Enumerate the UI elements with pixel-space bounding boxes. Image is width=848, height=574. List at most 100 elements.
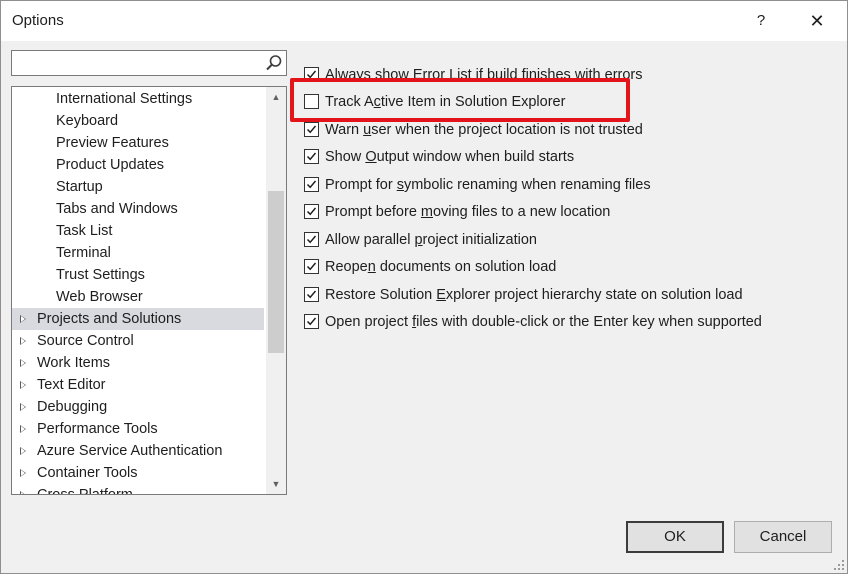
resize-grip-icon[interactable]	[833, 559, 845, 571]
tree-item-label: Azure Service Authentication	[37, 443, 223, 459]
option-label: Reopen documents on solution load	[325, 257, 556, 277]
tree-item[interactable]: Projects and Solutions	[12, 308, 264, 330]
tree-item[interactable]: Performance Tools	[12, 418, 264, 440]
tree-item-label: Product Updates	[56, 157, 165, 173]
help-button[interactable]: ?	[749, 9, 773, 33]
checkmark-icon	[306, 235, 317, 244]
option-checkbox[interactable]	[304, 259, 319, 274]
expand-arrow-icon[interactable]	[20, 403, 26, 411]
option-checkbox[interactable]	[304, 314, 319, 329]
search-input[interactable]	[14, 53, 258, 75]
tree-item[interactable]: Container Tools	[12, 462, 264, 484]
cancel-button[interactable]: Cancel	[734, 521, 832, 553]
checkmark-icon	[306, 207, 317, 216]
expand-arrow-icon[interactable]	[20, 315, 26, 323]
option-label-post: ymbolic renaming when renaming files	[403, 177, 651, 193]
tree-item-label: International Settings	[56, 91, 193, 107]
option-row[interactable]: Prompt before moving files to a new loca…	[304, 201, 844, 223]
option-label-key: s	[396, 177, 404, 193]
close-button[interactable]: ✕	[802, 7, 832, 35]
option-row[interactable]: Allow parallel project initialization	[304, 229, 844, 251]
option-row[interactable]: Reopen documents on solution load	[304, 256, 844, 278]
scroll-thumb[interactable]	[268, 191, 284, 353]
expand-arrow-icon[interactable]	[20, 425, 26, 433]
scroll-down-arrow-icon[interactable]: ▼	[266, 474, 286, 494]
option-row[interactable]: Prompt for symbolic renaming when renami…	[304, 174, 844, 196]
tree-item[interactable]: Product Updates	[12, 154, 264, 176]
option-label-pre: Show	[325, 149, 366, 165]
option-label-key: O	[365, 149, 377, 165]
option-label-key: E	[436, 287, 446, 303]
option-label: Allow parallel project initialization	[325, 230, 537, 250]
option-label-key: p	[414, 232, 423, 248]
scroll-up-arrow-icon[interactable]: ▲	[266, 87, 286, 107]
tree-item-label: Trust Settings	[56, 267, 145, 283]
ok-button[interactable]: OK	[626, 521, 724, 553]
tree-item[interactable]: Trust Settings	[12, 264, 264, 286]
expand-arrow-icon[interactable]	[20, 469, 26, 477]
option-checkbox[interactable]	[304, 287, 319, 302]
option-row[interactable]: Warn user when the project location is n…	[304, 119, 844, 141]
expand-arrow-icon[interactable]	[20, 381, 26, 389]
tree-item[interactable]: International Settings	[12, 88, 264, 110]
tree-item[interactable]: Cross Platform	[12, 484, 264, 494]
option-checkbox[interactable]	[304, 204, 319, 219]
tree-item[interactable]: Work Items	[12, 352, 264, 374]
option-checkbox[interactable]	[304, 232, 319, 247]
checkmark-icon	[306, 317, 317, 326]
tree-item[interactable]: Terminal	[12, 242, 264, 264]
tree-item[interactable]: Debugging	[12, 396, 264, 418]
expand-arrow-icon[interactable]	[20, 359, 26, 367]
option-label: Show Output window when build starts	[325, 147, 574, 167]
tree-item[interactable]: Startup	[12, 176, 264, 198]
option-label-key: m	[420, 204, 434, 220]
option-label-pre: Prompt for	[325, 177, 397, 193]
checkmark-icon	[306, 180, 317, 189]
option-label-post: ser when the project location is not tru…	[371, 122, 643, 138]
option-checkbox[interactable]	[304, 177, 319, 192]
tree-item-label: Projects and Solutions	[37, 311, 182, 327]
tree-item-label: Keyboard	[56, 113, 119, 129]
option-checkbox[interactable]	[304, 149, 319, 164]
search-box	[11, 50, 287, 76]
tree-item-label: Work Items	[37, 355, 111, 371]
options-dialog: Options ? ✕ International Settings Keyboa…	[0, 0, 848, 574]
expand-arrow-icon[interactable]	[20, 491, 26, 494]
tree-item[interactable]: Tabs and Windows	[12, 198, 264, 220]
checkmark-icon	[306, 262, 317, 271]
tree-item[interactable]: Azure Service Authentication	[12, 440, 264, 462]
tree-scrollbar[interactable]: ▲ ▼	[266, 87, 286, 494]
tree-item-label: Terminal	[56, 245, 111, 261]
tree-item-label: Text Editor	[37, 377, 106, 393]
option-label-pre: Prompt before	[325, 204, 421, 220]
expand-arrow-icon[interactable]	[20, 447, 26, 455]
tree-item[interactable]: Keyboard	[12, 110, 264, 132]
options-tree: International Settings Keyboard Preview Fe…	[11, 86, 287, 495]
tree-item-label: Performance Tools	[37, 421, 158, 437]
tree-item-label: Startup	[56, 179, 103, 195]
option-label-pre: Reope	[325, 259, 368, 275]
tree-item[interactable]: Web Browser	[12, 286, 264, 308]
checkmark-icon	[306, 125, 317, 134]
tree-item[interactable]: Task List	[12, 220, 264, 242]
tree-item-label: Preview Features	[56, 135, 169, 151]
tree-item-label: Tabs and Windows	[56, 201, 178, 217]
title-bar: Options ? ✕	[1, 1, 847, 41]
option-row[interactable]: Restore Solution Explorer project hierar…	[304, 284, 844, 306]
tree-item[interactable]: Text Editor	[12, 374, 264, 396]
tree-item[interactable]: Source Control	[12, 330, 264, 352]
option-label: Prompt for symbolic renaming when renami…	[325, 175, 651, 195]
option-label-pre: Warn	[325, 122, 364, 138]
search-icon[interactable]	[265, 54, 283, 72]
option-label-post: documents on solution load	[375, 259, 557, 275]
option-row[interactable]: Open project files with double-click or …	[304, 311, 844, 333]
option-row[interactable]: Show Output window when build starts	[304, 146, 844, 168]
option-label-post: roject initialization	[422, 232, 537, 248]
highlight-annotation	[290, 78, 630, 122]
option-checkbox[interactable]	[304, 122, 319, 137]
checkmark-icon	[306, 290, 317, 299]
tree-item[interactable]: Preview Features	[12, 132, 264, 154]
checkmark-icon	[306, 152, 317, 161]
option-label-pre: Restore Solution	[325, 287, 437, 303]
expand-arrow-icon[interactable]	[20, 337, 26, 345]
